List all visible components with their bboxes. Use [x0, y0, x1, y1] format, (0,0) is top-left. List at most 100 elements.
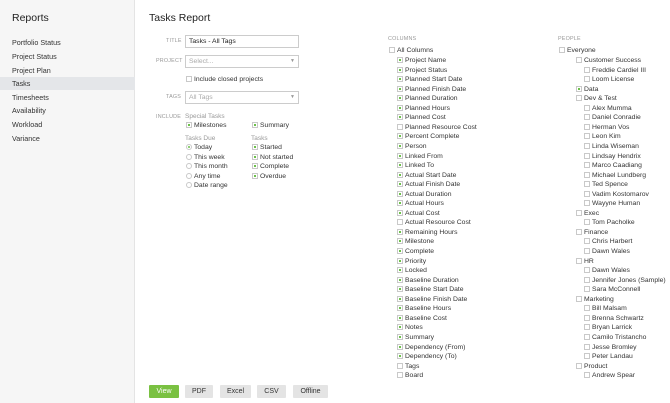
column-checkbox[interactable] — [397, 248, 403, 254]
person-checkbox[interactable] — [584, 324, 590, 331]
person-checkbox[interactable] — [584, 66, 590, 73]
everyone-checkbox[interactable] — [559, 47, 565, 53]
person-checkbox[interactable] — [584, 181, 590, 188]
person-checkbox[interactable] — [584, 343, 590, 350]
person-checkbox[interactable] — [584, 104, 590, 111]
excel-button[interactable]: Excel — [220, 385, 251, 398]
team-checkbox[interactable] — [576, 257, 582, 264]
milestones-checkbox[interactable] — [186, 122, 192, 128]
team-checkbox[interactable] — [576, 362, 582, 369]
person-checkbox[interactable] — [584, 314, 590, 321]
person-checkbox[interactable] — [584, 123, 590, 130]
include-closed-checkbox[interactable] — [186, 76, 192, 82]
person-checkbox[interactable] — [584, 372, 590, 379]
person-checkbox[interactable] — [584, 133, 590, 140]
task-status-checkbox[interactable] — [252, 163, 258, 170]
due-radio[interactable] — [186, 153, 192, 160]
column-checkbox[interactable] — [397, 181, 403, 188]
sidebar-item-availability[interactable]: Availability — [0, 104, 135, 117]
person-checkbox[interactable] — [584, 162, 590, 169]
column-checkbox[interactable] — [397, 324, 403, 331]
column-checkbox[interactable] — [397, 85, 403, 92]
column-checkbox[interactable] — [397, 219, 403, 226]
column-checkbox[interactable] — [397, 152, 403, 159]
person-checkbox[interactable] — [584, 171, 590, 178]
task-status-checkbox[interactable] — [252, 144, 258, 150]
column-checkbox[interactable] — [397, 362, 403, 369]
column-checkbox[interactable] — [397, 66, 403, 73]
column-checkbox[interactable] — [397, 343, 403, 350]
column-checkbox[interactable] — [397, 228, 403, 235]
person-checkbox[interactable] — [584, 142, 590, 149]
column-checkbox[interactable] — [397, 162, 403, 169]
sidebar-item-tasks[interactable]: Tasks — [0, 77, 135, 90]
column-checkbox[interactable] — [397, 200, 403, 207]
sidebar-item-timesheets[interactable]: Timesheets — [0, 91, 135, 104]
column-checkbox[interactable] — [397, 372, 403, 379]
person-checkbox[interactable] — [584, 190, 590, 197]
task-status-checkbox[interactable] — [252, 172, 258, 179]
team-checkbox[interactable] — [576, 295, 582, 302]
column-checkbox[interactable] — [397, 57, 403, 63]
sidebar-item-variance[interactable]: Variance — [0, 132, 135, 145]
pdf-button[interactable]: PDF — [185, 385, 213, 398]
column-checkbox[interactable] — [397, 171, 403, 178]
person-checkbox[interactable] — [584, 286, 590, 293]
column-checkbox[interactable] — [397, 123, 403, 130]
due-radio[interactable] — [186, 172, 192, 179]
person-checkbox[interactable] — [584, 114, 590, 121]
person-checkbox[interactable] — [584, 152, 590, 159]
column-checkbox[interactable] — [397, 257, 403, 264]
column-checkbox[interactable] — [397, 314, 403, 321]
column-checkbox[interactable] — [397, 209, 403, 216]
task-status-checkbox[interactable] — [252, 153, 258, 160]
due-radio[interactable] — [186, 144, 192, 150]
column-checkbox[interactable] — [397, 305, 403, 312]
person-checkbox[interactable] — [584, 333, 590, 340]
title-input[interactable]: Tasks - All Tags — [185, 35, 299, 48]
column-checkbox[interactable] — [397, 95, 403, 102]
column-checkbox[interactable] — [397, 142, 403, 149]
sidebar-item-project-plan[interactable]: Project Plan — [0, 64, 135, 77]
person-checkbox[interactable] — [584, 267, 590, 274]
column-checkbox[interactable] — [397, 133, 403, 140]
column-checkbox[interactable] — [397, 104, 403, 111]
due-radio[interactable] — [186, 182, 192, 189]
tags-select[interactable]: All Tags ▼ — [185, 91, 299, 104]
person-checkbox[interactable] — [584, 248, 590, 254]
team-checkbox[interactable] — [576, 57, 582, 63]
person-checkbox[interactable] — [584, 305, 590, 312]
offline-button[interactable]: Offline — [293, 385, 328, 398]
person-checkbox[interactable] — [584, 238, 590, 245]
column-checkbox[interactable] — [397, 267, 403, 274]
person-checkbox[interactable] — [584, 353, 590, 360]
column-checkbox[interactable] — [397, 295, 403, 302]
team-checkbox[interactable] — [576, 95, 582, 102]
view-button[interactable]: View — [149, 385, 179, 398]
sidebar-item-workload[interactable]: Workload — [0, 118, 135, 131]
person-checkbox[interactable] — [584, 200, 590, 207]
team-label: Dev & Test — [584, 95, 617, 103]
csv-button[interactable]: CSV — [257, 385, 286, 398]
due-radio[interactable] — [186, 163, 192, 170]
summary-checkbox[interactable] — [252, 122, 258, 128]
column-checkbox[interactable] — [397, 276, 403, 283]
all-columns-checkbox[interactable] — [389, 47, 395, 53]
person-checkbox[interactable] — [584, 219, 590, 226]
sidebar-item-portfolio-status[interactable]: Portfolio Status — [0, 36, 135, 49]
sidebar-item-project-status[interactable]: Project Status — [0, 50, 135, 63]
column-checkbox[interactable] — [397, 333, 403, 340]
person-checkbox[interactable] — [584, 76, 590, 83]
project-select[interactable]: Select... ▼ — [185, 55, 299, 68]
column-label: Actual Duration — [405, 190, 452, 198]
column-checkbox[interactable] — [397, 190, 403, 197]
person-checkbox[interactable] — [584, 276, 590, 283]
column-checkbox[interactable] — [397, 286, 403, 293]
column-checkbox[interactable] — [397, 114, 403, 121]
team-checkbox[interactable] — [576, 85, 582, 92]
column-checkbox[interactable] — [397, 353, 403, 360]
team-checkbox[interactable] — [576, 228, 582, 235]
column-checkbox[interactable] — [397, 238, 403, 245]
team-checkbox[interactable] — [576, 209, 582, 216]
column-checkbox[interactable] — [397, 76, 403, 83]
